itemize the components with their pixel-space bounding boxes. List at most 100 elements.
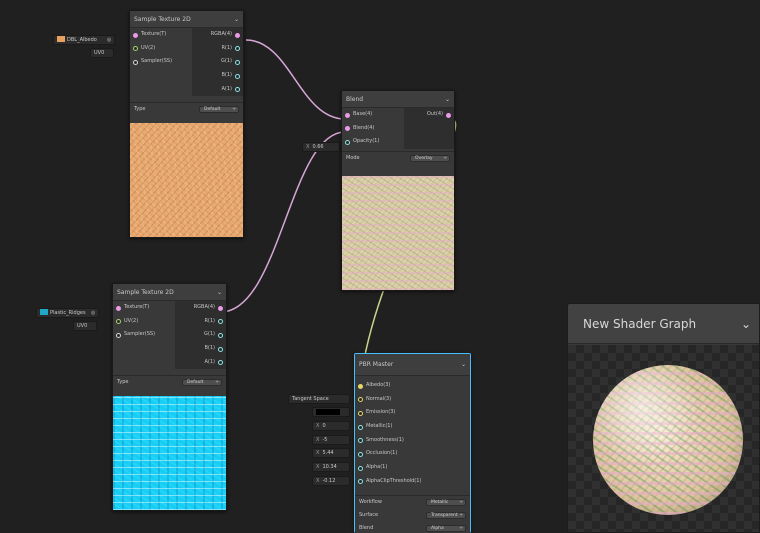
port-dot-icon[interactable]: [358, 451, 363, 457]
port-dot-icon[interactable]: [116, 305, 121, 311]
sample-texture-node-2[interactable]: Sample Texture 2D ⌄ Texture(T) UV(2) Sam…: [112, 283, 227, 511]
port-metallic[interactable]: Metallic(1): [355, 420, 470, 434]
port-r[interactable]: R(1): [175, 315, 226, 329]
port-g[interactable]: G(1): [192, 55, 243, 69]
blend-mode-dropdown[interactable]: Alpha: [426, 524, 466, 532]
uv-field-2[interactable]: UV0: [73, 321, 97, 331]
main-preview-viewport[interactable]: [568, 345, 759, 532]
port-texture[interactable]: Texture(T): [130, 28, 192, 42]
type-dropdown[interactable]: Default: [182, 379, 222, 387]
ports: Base(4) Blend(4) Opacity(1) Out(4): [342, 108, 454, 150]
chevron-down-icon[interactable]: ⌄: [461, 354, 466, 376]
port-dot-icon[interactable]: [235, 59, 240, 65]
texture-field-1[interactable]: DBL_Albedo: [53, 35, 115, 45]
blend-node[interactable]: Blend ⌄ Base(4) Blend(4) Opacity(1) Out(…: [341, 90, 455, 291]
port-alpha[interactable]: Alpha(1): [355, 461, 470, 475]
port-dot-icon[interactable]: [345, 112, 350, 118]
port-smoothness[interactable]: Smoothness(1): [355, 434, 470, 448]
port-base[interactable]: Base(4): [342, 108, 404, 122]
port-dot-icon[interactable]: [218, 346, 223, 352]
port-dot-icon[interactable]: [133, 32, 138, 38]
metallic-field[interactable]: X0: [312, 421, 350, 431]
port-uv[interactable]: UV(2): [113, 315, 175, 329]
node-title[interactable]: Sample Texture 2D ⌄: [130, 11, 243, 28]
node-title[interactable]: PBR Master ⌄: [355, 354, 470, 376]
target-icon[interactable]: ◎: [91, 309, 95, 317]
port-dot-icon[interactable]: [218, 360, 223, 366]
node-title[interactable]: Sample Texture 2D ⌄: [113, 284, 226, 301]
smoothness-field[interactable]: X -5: [312, 435, 350, 445]
occlusion-field[interactable]: X 5.44: [312, 448, 350, 458]
main-preview-header[interactable]: New Shader Graph ⌄: [568, 304, 759, 344]
port-dot-icon[interactable]: [116, 319, 121, 325]
port-dot-icon[interactable]: [358, 397, 363, 403]
port-dot-icon[interactable]: [345, 139, 350, 145]
port-albedo[interactable]: Albedo(3): [355, 379, 470, 393]
chevron-down-icon[interactable]: ⌄: [741, 304, 751, 344]
target-icon[interactable]: ◎: [107, 36, 111, 44]
opacity-field[interactable]: X 0.66: [302, 142, 340, 152]
node-title[interactable]: Blend ⌄: [342, 91, 454, 108]
port-dot-icon[interactable]: [358, 424, 363, 430]
node-title-label: Sample Texture 2D: [134, 16, 191, 23]
port-dot-icon[interactable]: [358, 465, 363, 471]
port-blend[interactable]: Blend(4): [342, 122, 404, 136]
port-dot-icon[interactable]: [345, 126, 350, 132]
surface-property: Surface Transparent: [355, 508, 470, 522]
surface-dropdown[interactable]: Transparent: [426, 511, 466, 519]
chevron-down-icon[interactable]: ⌄: [217, 284, 222, 301]
port-dot-icon[interactable]: [235, 46, 240, 52]
port-dot-icon[interactable]: [358, 438, 363, 444]
port-dot-icon[interactable]: [235, 73, 240, 79]
port-emission[interactable]: Emission(3): [355, 406, 470, 420]
port-dot-icon[interactable]: [133, 46, 138, 52]
port-dot-icon[interactable]: [235, 32, 240, 38]
chevron-down-icon[interactable]: ⌄: [234, 11, 239, 28]
port-a[interactable]: A(1): [192, 83, 243, 97]
graph-canvas[interactable]: DBL_Albedo ◎ UV0 Sample Texture 2D ⌄ Tex…: [0, 0, 760, 533]
port-dot-icon[interactable]: [116, 332, 121, 338]
alpha-clip-field[interactable]: X -0.12: [312, 476, 350, 486]
port-opacity[interactable]: Opacity(1): [342, 135, 404, 149]
port-dot-icon[interactable]: [358, 410, 363, 416]
port-a[interactable]: A(1): [175, 356, 226, 370]
texture-field-2[interactable]: Plastic_Ridges: [36, 308, 99, 318]
mode-dropdown[interactable]: Overlay: [410, 155, 450, 163]
normal-space-field[interactable]: Tangent Space: [288, 394, 350, 404]
port-dot-icon[interactable]: [133, 59, 138, 65]
port-label: Smoothness(1): [366, 436, 404, 443]
port-texture[interactable]: Texture(T): [113, 301, 175, 315]
sample-texture-node-1[interactable]: Sample Texture 2D ⌄ Texture(T) UV(2) Sam…: [129, 10, 244, 238]
emission-color-field[interactable]: [312, 407, 350, 417]
port-sampler[interactable]: Sampler(SS): [113, 328, 175, 342]
node-title-label: PBR Master: [359, 361, 394, 368]
main-preview-window[interactable]: New Shader Graph ⌄: [567, 303, 760, 533]
port-dot-icon[interactable]: [218, 332, 223, 338]
port-dot-icon[interactable]: [358, 479, 363, 485]
port-rgba[interactable]: RGBA(4): [192, 28, 243, 42]
port-label: RGBA(4): [193, 304, 215, 310]
port-occlusion[interactable]: Occlusion(1): [355, 447, 470, 461]
port-dot-icon[interactable]: [446, 112, 451, 118]
uv-field-1[interactable]: UV0: [90, 48, 114, 58]
port-dot-icon[interactable]: [358, 383, 363, 389]
pbr-master-node[interactable]: PBR Master ⌄ Albedo(3) Normal(3) Emissio…: [354, 353, 471, 533]
port-alpha-clip[interactable]: AlphaClipThreshold(1): [355, 475, 470, 489]
preview-sphere[interactable]: [593, 365, 743, 515]
chevron-down-icon[interactable]: ⌄: [445, 91, 450, 108]
alpha-field[interactable]: X 10.34: [312, 462, 350, 472]
port-b[interactable]: B(1): [175, 342, 226, 356]
port-b[interactable]: B(1): [192, 69, 243, 83]
port-dot-icon[interactable]: [218, 305, 223, 311]
port-normal[interactable]: Normal(3): [355, 393, 470, 407]
port-rgba[interactable]: RGBA(4): [175, 301, 226, 315]
port-uv[interactable]: UV(2): [130, 42, 192, 56]
port-g[interactable]: G(1): [175, 328, 226, 342]
port-dot-icon[interactable]: [235, 87, 240, 93]
port-dot-icon[interactable]: [218, 319, 223, 325]
port-out[interactable]: Out(4): [404, 108, 454, 122]
type-dropdown[interactable]: Default: [199, 106, 239, 114]
port-sampler[interactable]: Sampler(SS): [130, 55, 192, 69]
port-r[interactable]: R(1): [192, 42, 243, 56]
workflow-dropdown[interactable]: Metallic: [426, 498, 466, 506]
